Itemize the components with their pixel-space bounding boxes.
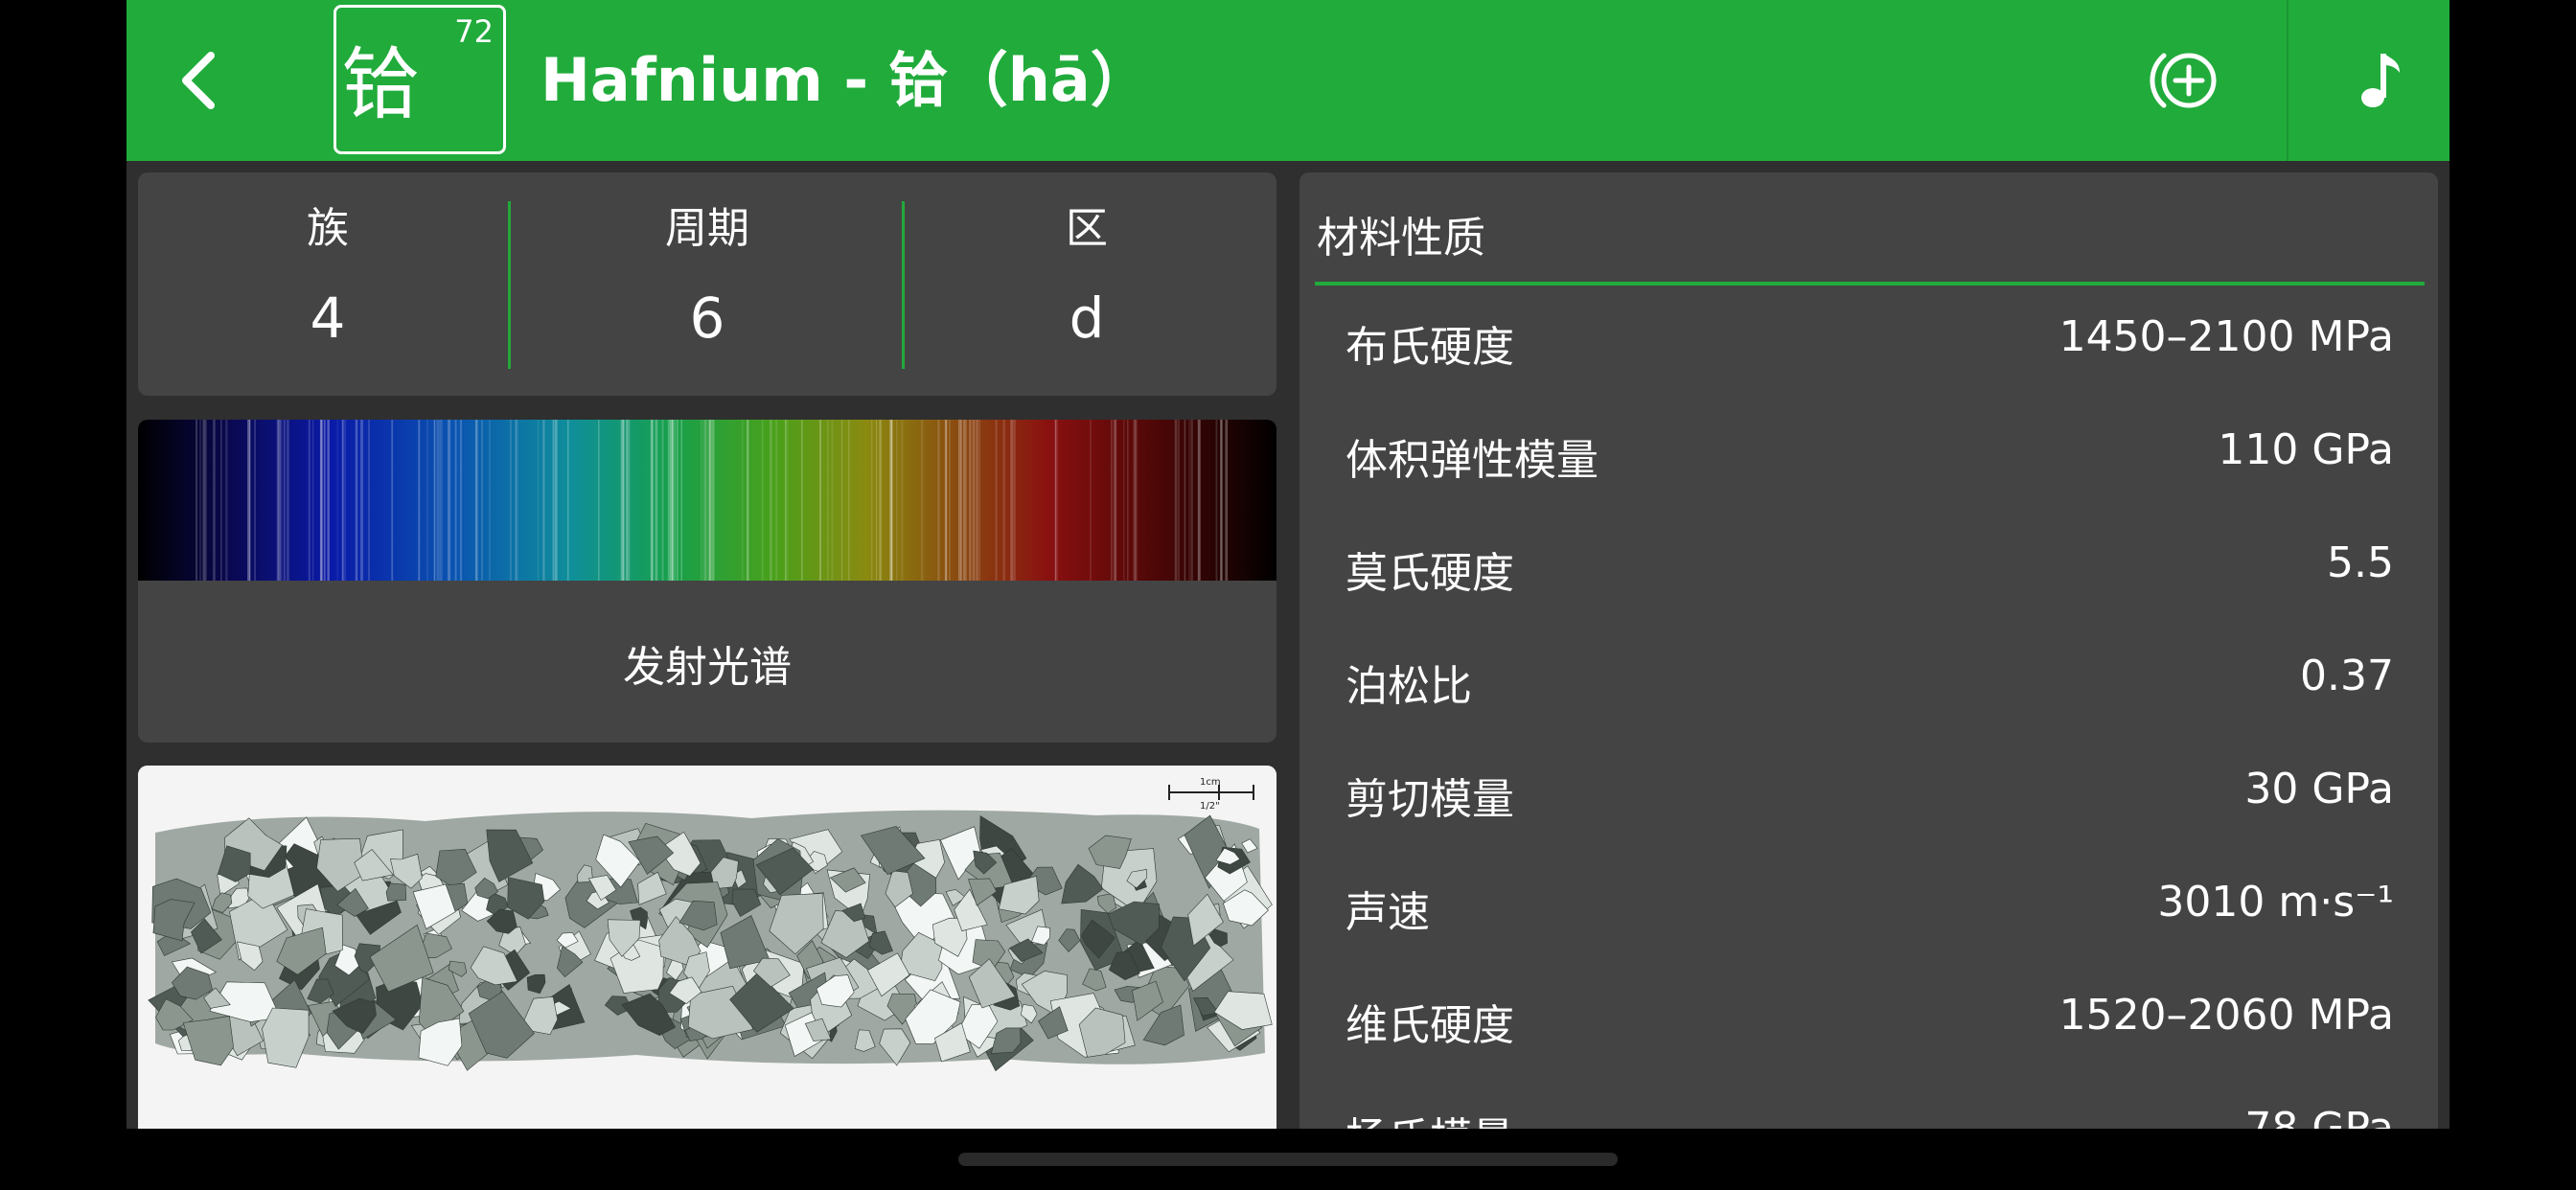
property-row[interactable]: 布氏硬度 1450–2100 MPa bbox=[1346, 286, 2394, 399]
page-title: Hafnium - 铪（hā） bbox=[540, 45, 1150, 115]
header-divider bbox=[2287, 0, 2288, 161]
hafnium-sample-image: 1cm 1/2" bbox=[138, 766, 1276, 1129]
property-row[interactable]: 维氏硬度 1520–2060 MPa bbox=[1346, 964, 2394, 1077]
period-value: 6 bbox=[689, 286, 725, 351]
chevron-left-icon bbox=[182, 52, 215, 109]
property-row[interactable]: 莫氏硬度 5.5 bbox=[1346, 512, 2394, 625]
spectrum-label: 发射光谱 bbox=[623, 643, 792, 692]
add-circle-icon bbox=[2150, 53, 2217, 108]
property-label: 布氏硬度 bbox=[1346, 323, 1514, 372]
property-label: 莫氏硬度 bbox=[1346, 549, 1514, 598]
element-symbol: 铪 bbox=[342, 39, 422, 130]
property-value: 1450–2100 MPa bbox=[2058, 312, 2394, 361]
property-label: 维氏硬度 bbox=[1346, 1001, 1514, 1050]
property-value: 30 GPa bbox=[2244, 765, 2394, 813]
period-label: 周期 bbox=[665, 204, 749, 253]
element-photo-card[interactable]: 1cm 1/2" bbox=[138, 766, 1276, 1129]
music-note-icon bbox=[2361, 54, 2400, 107]
property-row[interactable]: 泊松比 0.37 bbox=[1346, 625, 2394, 738]
property-value: 3010 m·s⁻¹ bbox=[2157, 878, 2394, 927]
element-info-card: 族 4 周期 6 区 d bbox=[138, 172, 1276, 396]
material-properties-card: 材料性质 布氏硬度 1450–2100 MPa 体积弹性模量 110 GPa 莫… bbox=[1300, 172, 2438, 1129]
group-column: 族 4 bbox=[138, 172, 518, 396]
block-column: 区 d bbox=[897, 172, 1276, 396]
block-value: d bbox=[1069, 286, 1105, 351]
block-label: 区 bbox=[1066, 204, 1108, 253]
property-value: 1520–2060 MPa bbox=[2058, 991, 2394, 1040]
group-value: 4 bbox=[310, 286, 346, 351]
info-divider bbox=[508, 201, 511, 369]
sound-button[interactable] bbox=[2342, 42, 2419, 119]
group-label: 族 bbox=[307, 204, 349, 253]
property-label: 杨氏模量 bbox=[1346, 1104, 1514, 1129]
scale-bar-bottom-label: 1/2" bbox=[1200, 801, 1220, 812]
app-window: 72 铪 Hafnium - 铪（hā） 族 4 周期 6 区 d 发射光谱 1… bbox=[126, 0, 2450, 1129]
property-label: 体积弹性模量 bbox=[1346, 436, 1598, 485]
property-label: 剪切模量 bbox=[1346, 775, 1514, 824]
property-label: 声速 bbox=[1346, 888, 1430, 937]
property-value: 5.5 bbox=[2327, 538, 2394, 587]
header-bar: 72 铪 Hafnium - 铪（hā） bbox=[126, 0, 2450, 161]
property-row[interactable]: 剪切模量 30 GPa bbox=[1346, 738, 2394, 851]
property-row[interactable]: 杨氏模量 78 GPa bbox=[1346, 1077, 2394, 1129]
home-indicator[interactable] bbox=[958, 1153, 1618, 1166]
property-row[interactable]: 体积弹性模量 110 GPa bbox=[1346, 399, 2394, 512]
property-row[interactable]: 声速 3010 m·s⁻¹ bbox=[1346, 851, 2394, 964]
emission-spectrum-image bbox=[138, 420, 1276, 581]
properties-title: 材料性质 bbox=[1317, 214, 1485, 263]
atomic-number: 72 bbox=[454, 13, 494, 50]
period-column: 周期 6 bbox=[518, 172, 897, 396]
property-value: 78 GPa bbox=[2244, 1104, 2394, 1129]
emission-spectrum-card[interactable]: 发射光谱 bbox=[138, 420, 1276, 743]
property-label: 泊松比 bbox=[1346, 662, 1472, 711]
add-button[interactable] bbox=[2143, 42, 2229, 119]
back-button[interactable] bbox=[163, 42, 240, 119]
scale-bar-top-label: 1cm bbox=[1200, 777, 1221, 788]
property-value: 0.37 bbox=[2300, 652, 2394, 700]
property-value: 110 GPa bbox=[2218, 425, 2394, 474]
element-tile: 72 铪 bbox=[334, 5, 506, 154]
